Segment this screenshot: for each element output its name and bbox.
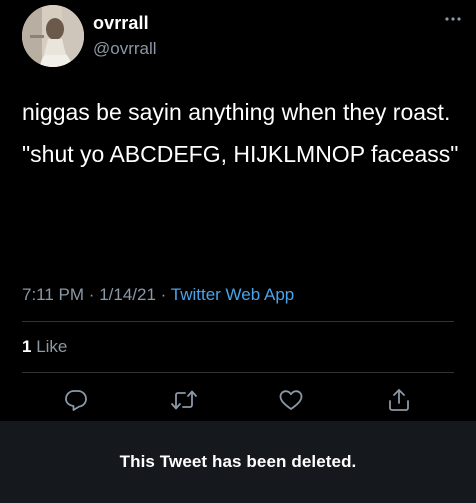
divider bbox=[22, 372, 454, 373]
like-button[interactable] bbox=[275, 384, 307, 416]
divider bbox=[22, 321, 454, 322]
likes-stat[interactable]: 1 Like bbox=[22, 337, 67, 357]
deleted-tweet-banner: This Tweet has been deleted. bbox=[0, 421, 476, 503]
retweet-button[interactable] bbox=[168, 384, 200, 416]
reply-button[interactable] bbox=[60, 384, 92, 416]
likes-label: Like bbox=[36, 337, 68, 356]
avatar[interactable] bbox=[22, 5, 84, 67]
tweet-card: ovrrall @ovrrall niggas be sayin anythin… bbox=[0, 0, 476, 421]
more-options-icon bbox=[445, 17, 461, 21]
tweet-date[interactable]: 1/14/21 bbox=[99, 285, 156, 304]
separator: · bbox=[160, 285, 167, 304]
more-options-button[interactable] bbox=[440, 8, 466, 30]
profile-photo-icon bbox=[22, 5, 84, 67]
tweet-paragraph: niggas be sayin anything when they roast… bbox=[22, 99, 451, 125]
tweet-metadata: 7:11 PM · 1/14/21 · Twitter Web App bbox=[22, 285, 294, 305]
retweet-icon bbox=[171, 390, 197, 410]
share-icon bbox=[389, 389, 409, 411]
share-button[interactable] bbox=[383, 384, 415, 416]
reply-icon bbox=[65, 390, 87, 411]
tweet-text: niggas be sayin anything when they roast… bbox=[22, 96, 462, 180]
likes-count: 1 bbox=[22, 337, 32, 356]
tweet-time[interactable]: 7:11 PM bbox=[22, 285, 84, 304]
like-icon bbox=[279, 390, 303, 410]
deleted-tweet-message: This Tweet has been deleted. bbox=[119, 452, 357, 471]
display-name[interactable]: ovrrall bbox=[93, 13, 149, 34]
user-handle[interactable]: @ovrrall bbox=[93, 39, 157, 59]
tweet-paragraph: "shut yo ABCDEFG, HIJKLMNOP faceass" bbox=[22, 141, 459, 167]
action-bar bbox=[0, 384, 476, 416]
separator: · bbox=[88, 285, 95, 304]
tweet-source-link[interactable]: Twitter Web App bbox=[171, 285, 294, 304]
